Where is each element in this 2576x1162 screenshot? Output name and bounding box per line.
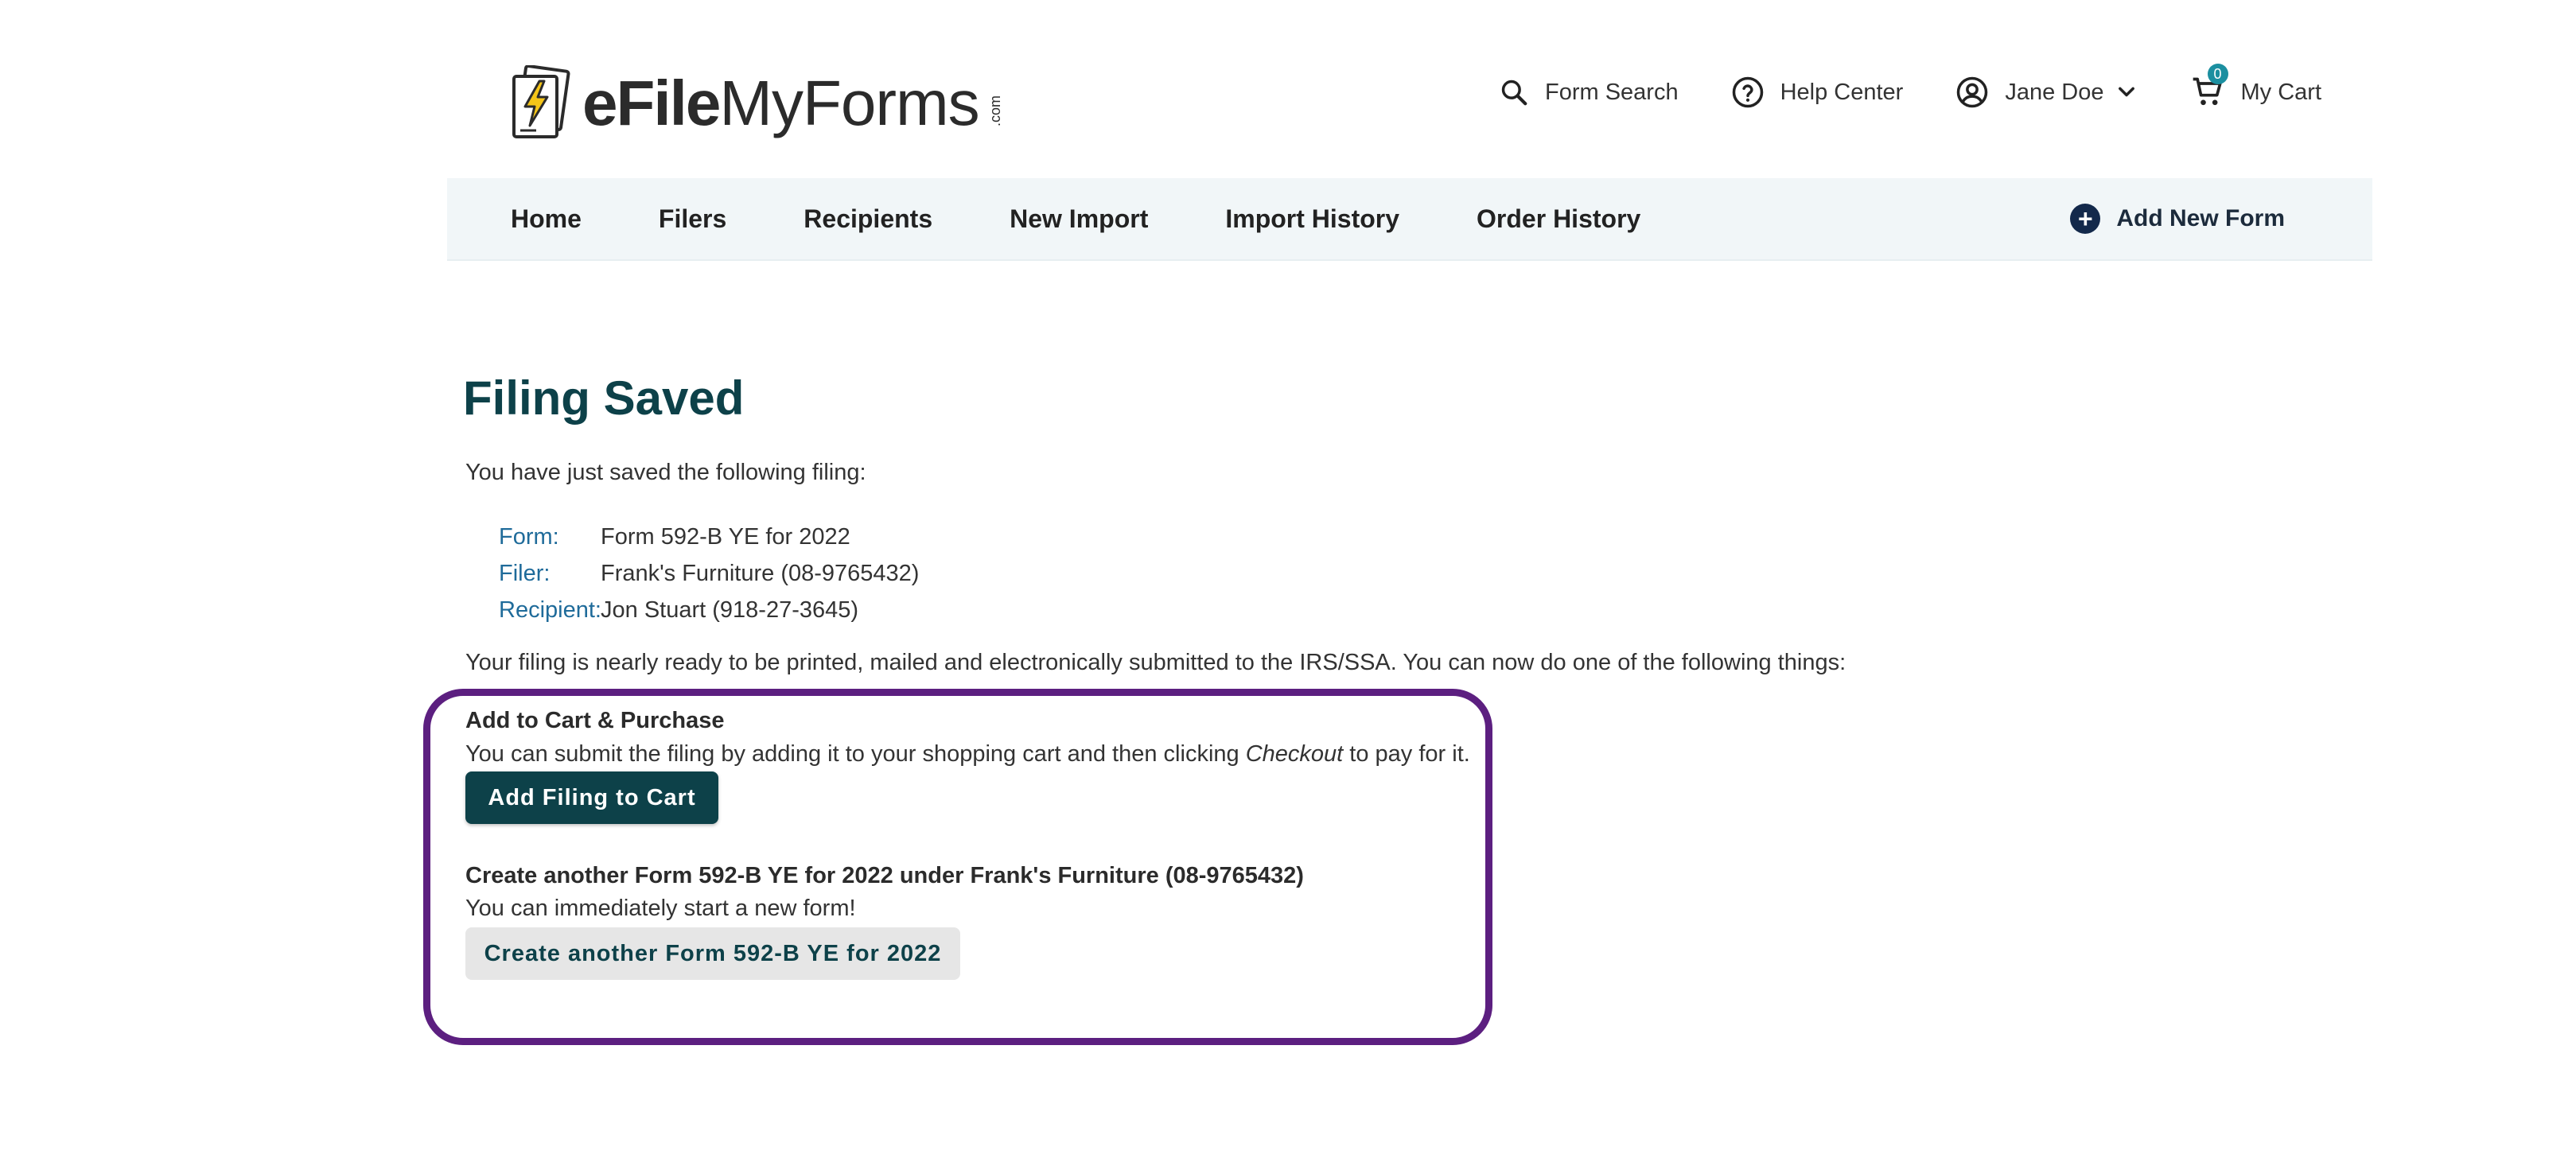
my-cart-label: My Cart [2240, 79, 2322, 105]
help-circle-icon [1732, 76, 1763, 108]
user-name: Jane Doe [2005, 79, 2104, 105]
nav-order-history[interactable]: Order History [1477, 204, 1640, 234]
add-new-form-label: Add New Form [2116, 205, 2285, 231]
logo-text-efile: eFile [582, 68, 721, 138]
create-section-title: Create another Form 592-B YE for 2022 un… [465, 863, 1304, 888]
plus-circle-icon: + [2070, 204, 2101, 234]
logo-text-com: .com [986, 95, 1003, 127]
create-section-desc: You can immediately start a new form! [465, 896, 856, 921]
cart-section-desc: You can submit the filing by adding it t… [465, 741, 1470, 768]
form-search-label: Form Search [1544, 79, 1679, 105]
chevron-down-icon [2118, 87, 2134, 97]
nav-home[interactable]: Home [511, 204, 582, 234]
intro-text: You have just saved the following filing… [465, 460, 866, 485]
add-filing-to-cart-button[interactable]: Add Filing to Cart [465, 771, 718, 824]
cart-icon-wrap: 0 [2190, 64, 2241, 110]
cart-desc-before: You can submit the filing by adding it t… [465, 741, 1246, 767]
add-new-form-button[interactable]: + Add New Form [2070, 204, 2285, 234]
detail-row-recipient: Recipient: Jon Stuart (918-27-3645) [499, 592, 919, 628]
help-center-label: Help Center [1780, 79, 1904, 105]
detail-value-form: Form 592-B YE for 2022 [601, 523, 850, 550]
status-text: Your filing is nearly ready to be printe… [465, 650, 1846, 675]
detail-label-filer: Filer: [499, 560, 551, 586]
nav-new-import[interactable]: New Import [1010, 204, 1148, 234]
detail-row-filer: Filer: Frank's Furniture (08-9765432) [499, 555, 919, 592]
header-links: Form Search Help Center Jane Doe 0 My Ca… [1446, 64, 2322, 110]
search-icon [1501, 80, 1527, 106]
cart-section-title: Add to Cart & Purchase [465, 708, 725, 733]
detail-value-recipient: Jon Stuart (918-27-3645) [601, 597, 859, 623]
filing-details: Form: Form 592-B YE for 2022 Filer: Fran… [499, 519, 919, 628]
site-logo[interactable]: eFile MyForms .com [509, 64, 1004, 143]
help-center-link[interactable]: Help Center [1731, 76, 1904, 109]
detail-label-form: Form: [499, 523, 559, 550]
user-menu[interactable]: Jane Doe [1955, 76, 2137, 109]
detail-label-recipient: Recipient: [499, 597, 601, 623]
checkout-emphasis: Checkout [1245, 741, 1344, 767]
nav-import-history[interactable]: Import History [1225, 204, 1399, 234]
page-title: Filing Saved [463, 371, 745, 425]
nav-filers[interactable]: Filers [659, 204, 726, 234]
detail-row-form: Form: Form 592-B YE for 2022 [499, 519, 919, 555]
cart-desc-after: to pay for it. [1343, 741, 1470, 767]
nav-recipients[interactable]: Recipients [804, 204, 932, 234]
detail-value-filer: Frank's Furniture (08-9765432) [601, 560, 920, 586]
logo-text-myforms: MyForms [719, 68, 979, 138]
my-cart-link[interactable]: 0 My Cart [2190, 64, 2322, 110]
create-another-form-button[interactable]: Create another Form 592-B YE for 2022 [465, 927, 960, 980]
main-nav: Home Filers Recipients New Import Import… [447, 178, 2372, 261]
form-search-link[interactable]: Form Search [1499, 77, 1679, 107]
user-circle-icon [1957, 76, 1988, 108]
cart-count-badge: 0 [2207, 64, 2228, 84]
document-lightning-icon [512, 65, 570, 138]
